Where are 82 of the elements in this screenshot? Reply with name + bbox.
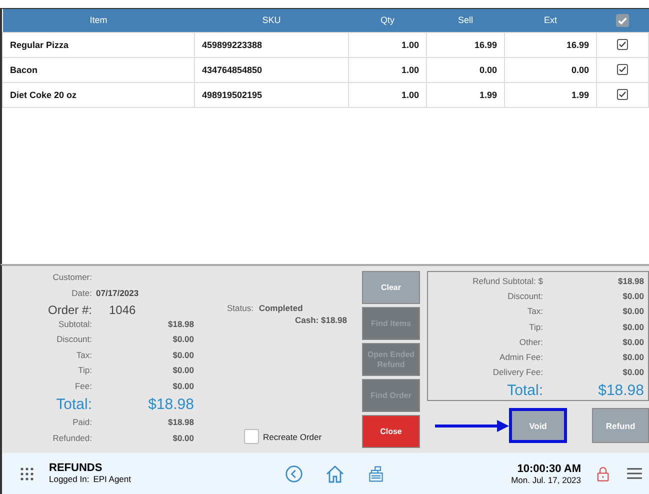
action-button[interactable]: Close [362,415,420,448]
table-cell: 1.99 [426,82,504,107]
summary-label: Delivery Fee: [492,367,543,378]
field-value: $0.00 [172,350,194,360]
summary-label: Total: [506,382,543,400]
user-name: EPI Agent [93,474,131,484]
table-cell: Regular Pizza [2,32,194,57]
apps-grid-icon[interactable] [20,466,34,480]
field-label: Subtotal: [57,318,92,328]
void-button[interactable]: Void [509,408,567,443]
column-header: Qty [348,9,426,32]
field-value: 07/17/2023 [96,288,139,298]
table-cell: 1.99 [504,82,596,107]
lock-icon[interactable] [597,466,609,482]
field-value: 1046 [109,303,136,317]
summary-value: $0.00 [622,336,644,347]
refund-button[interactable]: Refund [592,408,649,443]
menu-icon[interactable] [627,467,642,480]
summary-value: $0.00 [622,322,644,332]
home-icon[interactable] [325,464,345,484]
field-label: Refunded: [52,432,92,442]
field-label: Total: [55,396,92,413]
table-cell: 498919502195 [194,82,348,107]
field-label: Fee: [74,380,92,390]
column-header: Ext [504,9,596,32]
field-label: Order #: [46,303,92,317]
table-cell: 1.00 [348,82,426,107]
row-checkbox[interactable] [617,64,628,76]
status-label: Status: [227,303,254,313]
table-cell: 16.99 [426,32,504,57]
field-label: Paid: [72,417,92,427]
field-label: Discount: [56,334,92,344]
field-value: $0.00 [172,380,194,390]
summary-label: Tax: [526,306,543,316]
field-label: Customer: [52,272,92,282]
select-all-checkbox[interactable] [616,14,629,27]
status-value: Completed [258,303,303,313]
action-button[interactable]: Clear [362,271,420,304]
table-cell: 434764854850 [194,57,348,82]
summary-value: $0.00 [622,291,644,302]
clock-time: 10:00:30 AM [517,462,581,474]
field-value: $0.00 [172,365,194,375]
clock-date: Mon. Jul. 17, 2023 [511,474,581,484]
column-header: Item [2,9,194,32]
summary-label: Tip: [528,322,543,332]
summary-value: $0.00 [622,367,644,378]
field-value: $0.00 [172,432,194,442]
field-value: $18.98 [167,417,194,427]
table-cell: 0.00 [426,57,504,82]
row-checkbox[interactable] [617,89,628,100]
field-value: $0.00 [172,334,194,344]
summary-label: Discount: [506,291,543,302]
field-label: Tip: [77,365,92,375]
table-cell: 1.00 [348,32,426,57]
summary-value: $0.00 [622,306,644,316]
logged-in-label: Logged In: [49,474,90,484]
table-cell: 16.99 [504,32,596,57]
recreate-checkbox[interactable] [244,429,259,444]
table-cell: 459899223388 [194,32,348,57]
table-cell: 1.00 [348,57,426,82]
column-header: Sell [426,9,504,32]
table-cell: Diet Coke 20 oz [2,82,194,107]
payment-text: Cash: $18.98 [294,315,348,325]
row-checkbox[interactable] [617,39,628,50]
cash-register-icon[interactable] [367,464,385,482]
summary-label: Refund Subtotal: $ [472,276,543,286]
table-cell: 0.00 [504,57,596,82]
field-value: $18.98 [167,318,194,328]
table-cell: Bacon [2,57,194,82]
summary-value: $0.00 [622,352,644,362]
field-label: Tax: [75,350,92,360]
checkbox-label: Recreate Order [263,432,322,442]
arrow-icon [435,420,509,432]
back-icon[interactable] [285,464,303,482]
field-label: Date: [70,288,92,298]
column-header: SKU [194,9,348,32]
summary-value: $18.98 [597,382,644,400]
summary-value: $18.98 [617,276,644,286]
field-value: $18.98 [147,396,194,413]
screen-title: REFUNDS [49,463,104,474]
summary-label: Other: [518,336,543,347]
summary-label: Admin Fee: [498,352,543,362]
